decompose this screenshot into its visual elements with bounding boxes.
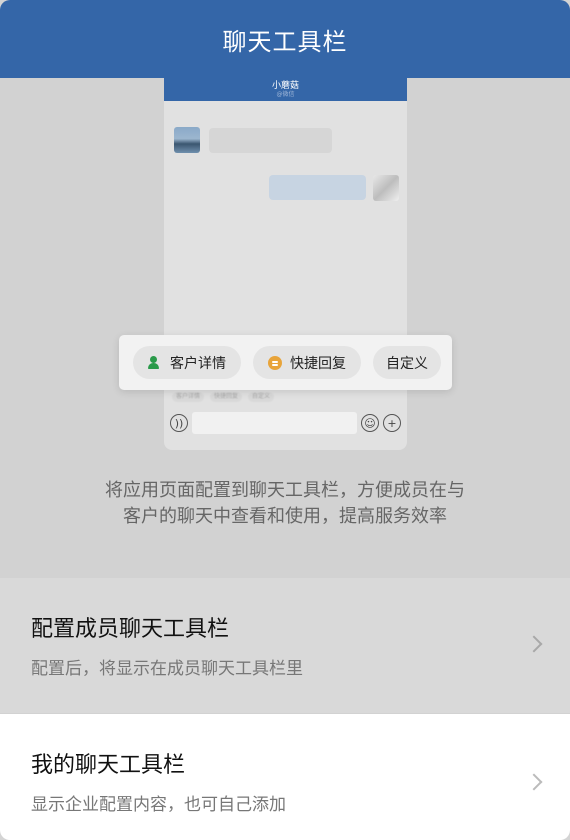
preview-input-box [192,412,357,434]
list-item-title: 配置成员聊天工具栏 [31,617,230,642]
configure-member-toolbar-item[interactable]: 配置成员聊天工具栏 配置后，将显示在成员聊天工具栏里 [0,578,570,713]
description-line-2: 客户的聊天中查看和使用，提高服务效率 [123,506,447,527]
chip-label: 快捷回复 [290,355,346,372]
toolbar-popup-preview: 客户详情 快捷回复 自定义 [119,335,452,390]
faint-chip: 快捷回复 [210,392,243,402]
page-title: 聊天工具栏 [222,27,348,56]
chevron-right-icon [525,773,543,791]
preview-input-bar: )) ☺ + [170,411,401,435]
preview-outgoing-bubble [269,175,366,200]
customer-person-icon [148,355,162,370]
voice-icon: )) [170,414,188,432]
faint-chip: 自定义 [248,392,275,402]
emoji-icon: ☺ [361,414,379,432]
chip-label: 客户详情 [170,355,226,372]
nav-bar: 聊天工具栏 [0,0,570,78]
preview-self-avatar [373,175,399,201]
quick-reply-icon [268,355,282,370]
preview-chat-name: 小蘑菇 [271,80,299,91]
list-item-desc: 配置后，将显示在成员聊天工具栏里 [31,659,303,679]
chevron-right-icon [525,635,543,653]
preview-faint-toolbar: 客户详情 快捷回复 自定义 [172,390,399,404]
chip-quick-reply: 快捷回复 [253,346,361,379]
intro-description: 将应用页面配置到聊天工具栏，方便成员在与 客户的聊天中查看和使用，提高服务效率 [0,478,570,530]
chip-custom: 自定义 [373,346,441,379]
app-frame: 聊天工具栏 小蘑菇 @微信 客户详情 快捷回复 自定义 )) ☺ + 客户详情 … [0,0,570,840]
preview-chat-sub: @微信 [276,90,295,98]
list-item-title: 我的聊天工具栏 [31,753,186,778]
phone-preview: 小蘑菇 @微信 客户详情 快捷回复 自定义 )) ☺ + [164,78,407,450]
chip-customer-details: 客户详情 [133,346,241,379]
list-item-desc: 显示企业配置内容，也可自己添加 [31,795,286,815]
chip-label: 自定义 [386,355,428,372]
preview-contact-avatar [174,127,200,153]
preview-incoming-bubble [209,128,332,153]
faint-chip: 客户详情 [172,392,205,402]
intro-section: 小蘑菇 @微信 客户详情 快捷回复 自定义 )) ☺ + 客户详情 快捷回复 自… [0,78,570,578]
preview-chat-header: 小蘑菇 @微信 [164,78,407,101]
description-line-1: 将应用页面配置到聊天工具栏，方便成员在与 [105,480,465,501]
my-toolbar-item[interactable]: 我的聊天工具栏 显示企业配置内容，也可自己添加 [0,714,570,840]
plus-icon: + [383,414,401,432]
